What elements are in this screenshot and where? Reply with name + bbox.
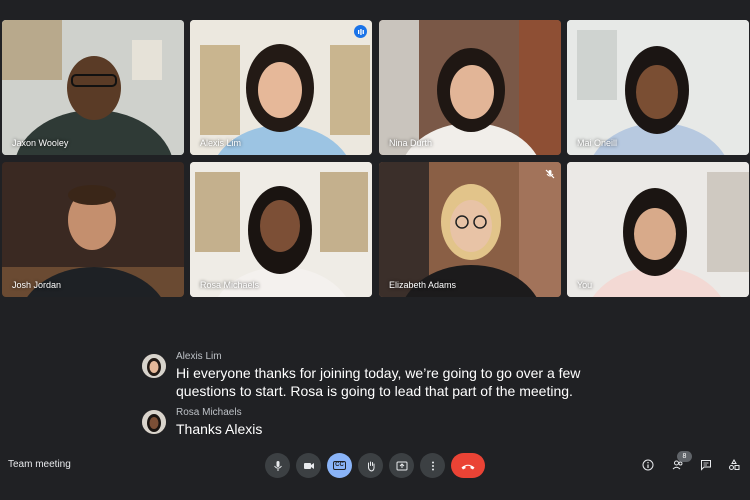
activities-icon [729,459,740,470]
video-grid: Jaxon Wooley Alexis Lim Nina Durth Mai O… [0,0,750,300]
camera-icon [303,462,314,469]
participant-video [2,162,184,297]
meeting-title: Team meeting [8,459,71,470]
present-screen-button[interactable] [389,453,414,478]
caption-text: Hi everyone thanks for joining today, we… [176,365,581,399]
microphone-off-icon [543,167,556,180]
participant-name: Jaxon Wooley [12,138,69,148]
participant-name: Josh Jordan [12,280,62,290]
captions-panel: Alexis Lim Hi everyone thanks for joinin… [140,350,610,444]
people-button[interactable]: 8 [670,451,692,473]
end-call-icon [461,464,475,469]
participant-video [379,20,561,155]
microphone-icon [273,460,282,471]
chat-icon [701,460,711,471]
raise-hand-icon [367,461,375,472]
participant-video [379,162,561,297]
more-options-icon [431,461,434,470]
chat-button[interactable] [698,457,714,473]
caption-entry: Alexis Lim Hi everyone thanks for joinin… [140,350,610,400]
participant-name: Nina Durth [389,138,433,148]
participant-name: Elizabeth Adams [389,280,457,290]
closed-captions-icon: CC [333,461,346,470]
activities-button[interactable] [726,457,742,473]
participant-video [567,20,749,155]
participant-video [190,20,372,155]
info-icon [642,459,654,471]
participant-tile[interactable]: Josh Jordan [2,162,184,297]
participant-tile[interactable]: Jaxon Wooley [2,20,184,155]
self-video [567,162,749,297]
speaking-indicator-icon [354,25,367,38]
participant-video [2,20,184,155]
microphone-button[interactable] [265,453,290,478]
self-view-tile[interactable]: You [567,162,749,297]
participant-tile[interactable]: Elizabeth Adams [379,162,561,297]
caption-speaker: Alexis Lim [176,351,222,362]
participant-count-badge: 8 [677,451,692,462]
participant-name: Mai Oneill [577,138,618,148]
more-options-button[interactable] [420,453,445,478]
caption-text: Thanks Alexis [176,421,263,437]
call-controls-bar: Team meeting CC 8 [0,440,750,490]
participant-tile[interactable]: Alexis Lim [190,20,372,155]
participant-tile[interactable]: Rosa Michaels [190,162,372,297]
participant-tile[interactable]: Nina Durth [379,20,561,155]
participant-name: Rosa Michaels [200,280,260,290]
avatar [142,354,166,378]
participant-name: You [577,280,593,290]
camera-button[interactable] [296,453,321,478]
captions-button[interactable]: CC [327,453,352,478]
raise-hand-button[interactable] [358,453,383,478]
end-call-button[interactable] [451,453,485,478]
participant-video [190,162,372,297]
meeting-details-button[interactable] [640,457,656,473]
present-screen-icon [396,461,407,470]
caption-speaker: Rosa Michaels [176,407,242,418]
participant-name: Alexis Lim [200,138,242,148]
caption-entry: Rosa Michaels Thanks Alexis [140,406,610,438]
avatar [142,410,166,434]
participant-tile[interactable]: Mai Oneill [567,20,749,155]
